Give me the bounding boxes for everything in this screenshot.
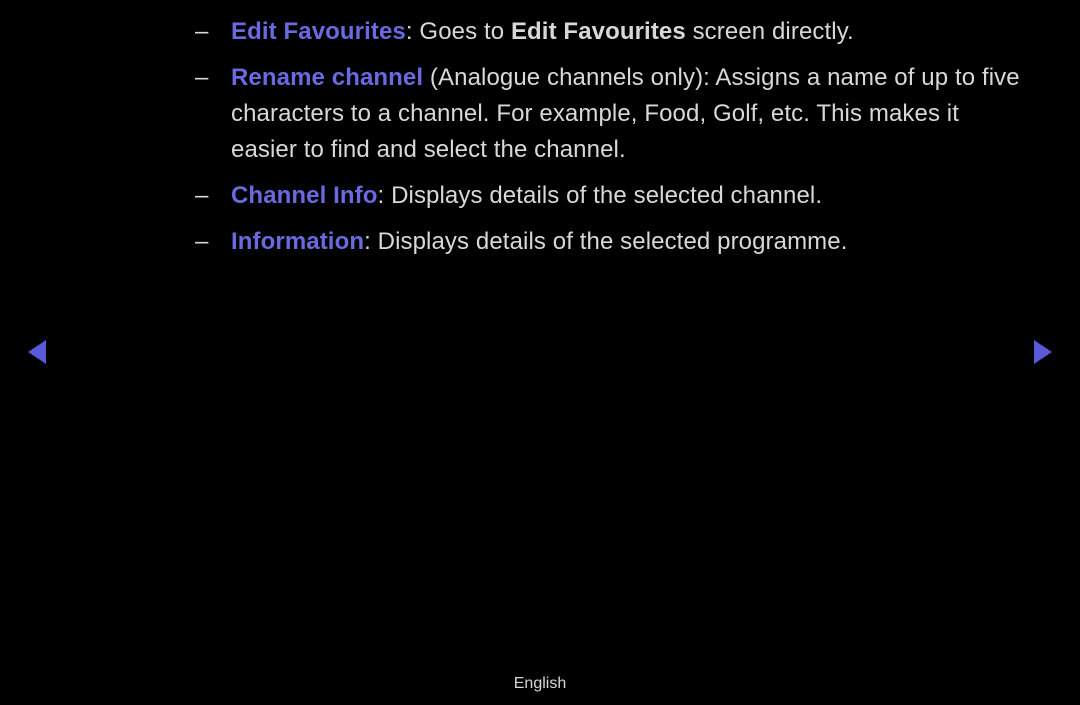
term-label: Rename channel bbox=[231, 64, 423, 91]
item-body: Edit Favourites: Goes to Edit Favourites… bbox=[231, 14, 1025, 50]
separator bbox=[423, 64, 430, 91]
bullet-dash: – bbox=[195, 178, 231, 214]
term-label: Information bbox=[231, 228, 364, 255]
item-body: Information: Displays details of the sel… bbox=[231, 224, 1025, 260]
item-body: Rename channel (Analogue channels only):… bbox=[231, 60, 1025, 168]
bullet-dash: – bbox=[195, 60, 231, 96]
desc-pre: Displays details of the selected program… bbox=[378, 228, 848, 255]
help-content: – Edit Favourites: Goes to Edit Favourit… bbox=[195, 14, 1025, 270]
desc-bold: Edit Favourites bbox=[511, 18, 686, 45]
list-item: – Rename channel (Analogue channels only… bbox=[195, 60, 1025, 168]
term-label: Channel Info bbox=[231, 182, 378, 209]
prev-page-arrow-icon[interactable] bbox=[28, 340, 46, 364]
desc-pre: Goes to bbox=[419, 18, 511, 45]
bullet-dash: – bbox=[195, 224, 231, 260]
list-item: – Channel Info: Displays details of the … bbox=[195, 178, 1025, 214]
bullet-dash: – bbox=[195, 14, 231, 50]
list-item: – Information: Displays details of the s… bbox=[195, 224, 1025, 260]
desc-pre: Displays details of the selected channel… bbox=[391, 182, 822, 209]
item-body: Channel Info: Displays details of the se… bbox=[231, 178, 1025, 214]
desc-post: screen directly. bbox=[686, 18, 854, 45]
separator: : bbox=[378, 182, 392, 209]
term-label: Edit Favourites bbox=[231, 18, 406, 45]
footer-language: English bbox=[0, 675, 1080, 693]
list-item: – Edit Favourites: Goes to Edit Favourit… bbox=[195, 14, 1025, 50]
next-page-arrow-icon[interactable] bbox=[1034, 340, 1052, 364]
separator: : bbox=[364, 228, 378, 255]
separator: : bbox=[406, 18, 420, 45]
